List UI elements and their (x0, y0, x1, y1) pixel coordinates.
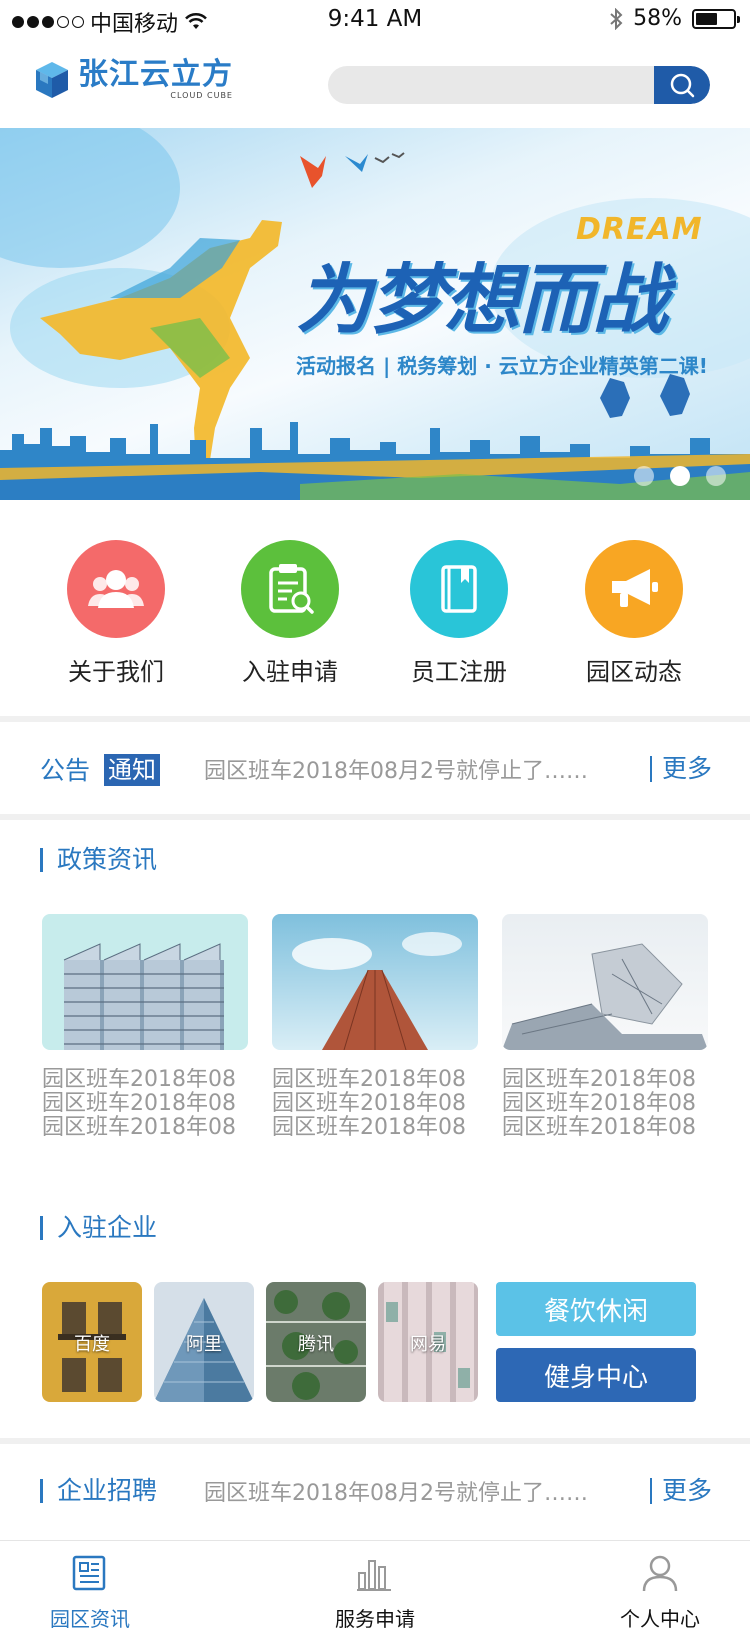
user-icon (642, 1555, 678, 1592)
policy-card-image (502, 914, 708, 1050)
quick-item-label: 关于我们 (68, 658, 164, 686)
banner-tagline: 活动报名 | 税务筹划 · 云立方企业精英第二课! (296, 354, 708, 378)
pager-dot[interactable] (706, 466, 726, 486)
tab-profile[interactable]: 个人中心 (570, 1553, 750, 1632)
companies-section-title: 入驻企业 (40, 1215, 157, 1240)
notice-more-link[interactable]: 更多 (649, 756, 712, 782)
banner-slogan: 为梦想而战 (296, 255, 668, 344)
header: 张江云立方 CLOUD CUBE (0, 50, 750, 126)
dining-button[interactable]: 餐饮休闲 (496, 1282, 696, 1336)
policy-card-text: 园区班车2018年08 园区班车2018年08 园区班车2018年08 (502, 1068, 708, 1140)
section-divider (0, 716, 750, 722)
pager-dot-active[interactable] (670, 466, 690, 486)
policy-card-image (42, 914, 248, 1050)
notice-text[interactable]: 园区班车2018年08月2号就停止了…… (204, 753, 588, 785)
quick-item-apply[interactable]: 入驻申请 (205, 540, 375, 687)
search-bar (328, 66, 710, 104)
status-bar: 中国移动 9:41 AM 58% (0, 0, 750, 40)
policy-card-text: 园区班车2018年08 园区班车2018年08 园区班车2018年08 (272, 1068, 478, 1140)
logo-subtitle: CLOUD CUBE (170, 91, 233, 100)
recruit-bar[interactable]: 企业招聘 园区班车2018年08月2号就停止了…… 更多 (0, 1446, 750, 1536)
status-right: 58% (609, 6, 740, 31)
megaphone-icon (585, 540, 683, 638)
policy-card[interactable]: 园区班车2018年08 园区班车2018年08 园区班车2018年08 (502, 914, 708, 1140)
tab-label: 个人中心 (620, 1607, 700, 1631)
quick-menu: 关于我们 入驻申请 员工注册 园区动态 (0, 520, 750, 686)
quick-item-label: 入驻申请 (242, 658, 338, 686)
cube-logo-icon (36, 62, 68, 98)
company-tile-tencent[interactable]: 腾讯 (266, 1282, 366, 1402)
quick-item-news[interactable]: 园区动态 (549, 540, 719, 687)
company-tile-baidu[interactable]: 百度 (42, 1282, 142, 1402)
card-line: 园区班车2018年08 (272, 1115, 466, 1140)
recruit-text[interactable]: 园区班车2018年08月2号就停止了…… (204, 1475, 588, 1507)
policy-card[interactable]: 园区班车2018年08 园区班车2018年08 园区班车2018年08 (272, 914, 478, 1140)
battery-percent: 58% (633, 6, 682, 31)
recruit-more-link[interactable]: 更多 (649, 1478, 712, 1504)
company-tile-ali[interactable]: 阿里 (154, 1282, 254, 1402)
card-line: 园区班车2018年08 (272, 1068, 466, 1092)
quick-item-register[interactable]: 员工注册 (374, 540, 544, 687)
card-line: 园区班车2018年08 (502, 1115, 696, 1140)
card-line: 园区班车2018年08 (272, 1091, 466, 1116)
notice-bar[interactable]: 公告 通知 园区班车2018年08月2号就停止了…… 更多 (0, 724, 750, 814)
policy-card-image (272, 914, 478, 1050)
policy-section-title: 政策资讯 (40, 847, 157, 872)
tab-label: 服务申请 (335, 1607, 415, 1631)
users-icon (67, 540, 165, 638)
logo[interactable]: 张江云立方 CLOUD CUBE (34, 60, 233, 100)
bar-chart-icon (357, 1560, 391, 1591)
clipboard-search-icon (241, 540, 339, 638)
tab-label: 园区资讯 (50, 1607, 130, 1631)
book-icon (410, 540, 508, 638)
notice-label: 公告 (40, 756, 91, 785)
company-name: 网易 (410, 1334, 446, 1355)
tab-bar: 园区资讯 服务申请 个人中心 (0, 1540, 750, 1642)
banner-pager (634, 466, 726, 486)
card-line: 园区班车2018年08 (42, 1115, 236, 1140)
quick-item-label: 园区动态 (586, 658, 682, 686)
policy-card[interactable]: 园区班车2018年08 园区班车2018年08 园区班车2018年08 (42, 914, 248, 1140)
search-button[interactable] (654, 66, 710, 104)
bluetooth-icon (610, 7, 623, 30)
quick-item-label: 员工注册 (411, 658, 507, 686)
search-icon (670, 73, 695, 98)
card-line: 园区班车2018年08 (42, 1068, 236, 1092)
tab-service-apply[interactable]: 服务申请 (285, 1553, 465, 1632)
pager-dot[interactable] (634, 466, 654, 486)
card-line: 园区班车2018年08 (42, 1091, 236, 1116)
battery-icon (692, 8, 740, 29)
logo-title: 张江云立方 (78, 57, 233, 92)
promo-banner[interactable]: DREAM 为梦想而战 活动报名 | 税务筹划 · 云立方企业精英第二课! (0, 128, 750, 500)
company-name: 阿里 (186, 1334, 222, 1355)
company-name: 百度 (74, 1334, 110, 1355)
news-icon (72, 1555, 106, 1591)
search-input[interactable] (328, 66, 648, 104)
battery-level (696, 12, 717, 25)
notice-badge: 通知 (104, 754, 160, 786)
quick-item-about[interactable]: 关于我们 (31, 540, 201, 687)
section-divider (0, 1438, 750, 1444)
company-name: 腾讯 (298, 1334, 334, 1355)
recruit-section-title: 企业招聘 (40, 1478, 157, 1503)
card-line: 园区班车2018年08 (502, 1091, 696, 1116)
fitness-button[interactable]: 健身中心 (496, 1348, 696, 1402)
tab-park-news[interactable]: 园区资讯 (0, 1553, 180, 1632)
section-divider (0, 814, 750, 820)
card-line: 园区班车2018年08 (502, 1068, 696, 1092)
company-tile-netease[interactable]: 网易 (378, 1282, 478, 1402)
policy-card-text: 园区班车2018年08 园区班车2018年08 园区班车2018年08 (42, 1068, 248, 1140)
